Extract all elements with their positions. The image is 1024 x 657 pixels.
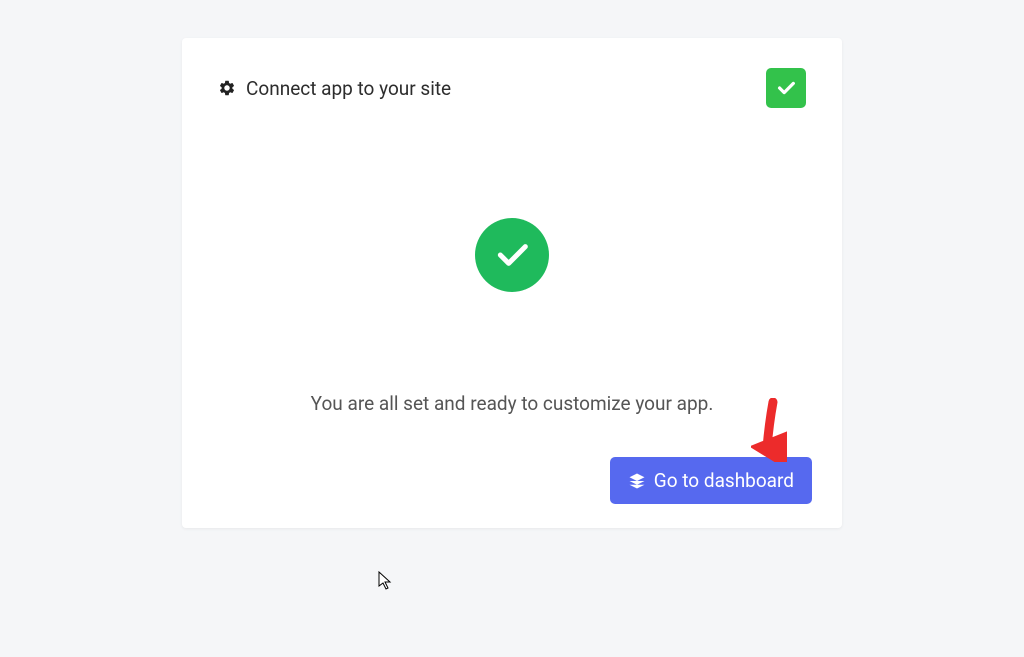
success-message: You are all set and ready to customize y… (218, 392, 806, 415)
card-title: Connect app to your site (246, 77, 451, 100)
check-icon (775, 77, 797, 99)
card-header: Connect app to your site (218, 68, 806, 108)
success-badge (766, 68, 806, 108)
go-to-dashboard-button[interactable]: Go to dashboard (610, 457, 812, 504)
setup-card: Connect app to your site You are all set… (182, 38, 842, 528)
gear-icon (218, 79, 236, 97)
layers-icon (628, 472, 646, 490)
success-circle (475, 218, 549, 292)
dashboard-button-label: Go to dashboard (654, 469, 794, 492)
header-left: Connect app to your site (218, 77, 451, 100)
cursor-icon (378, 571, 394, 595)
check-icon (492, 235, 532, 275)
